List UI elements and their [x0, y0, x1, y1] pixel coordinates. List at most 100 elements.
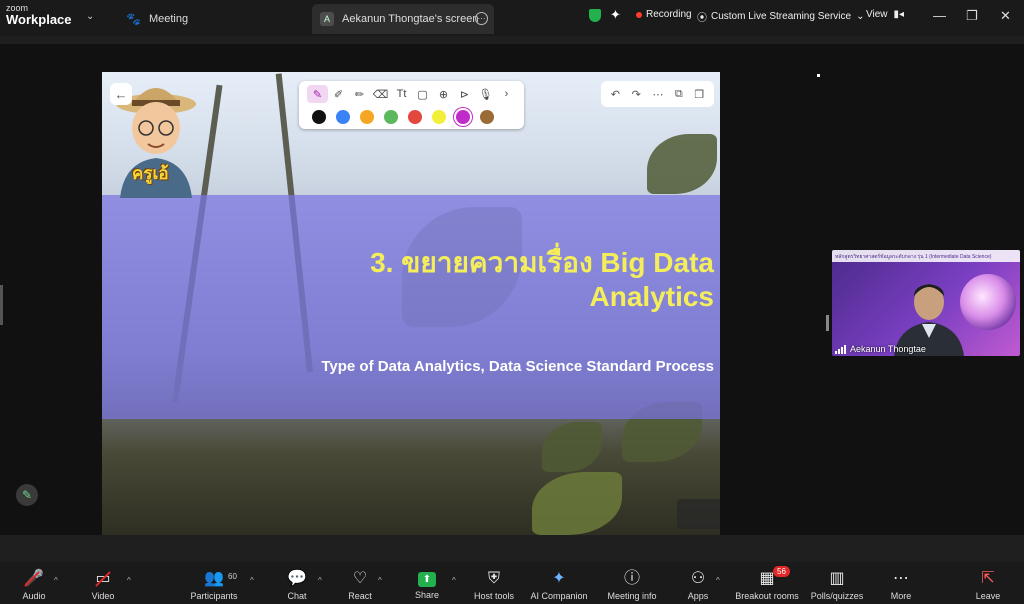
more-label: More — [890, 591, 912, 601]
chat-icon: 💬 — [287, 570, 307, 587]
meeting-info-label: Meeting info — [607, 591, 657, 601]
chat-button[interactable]: 💬 Chat — [262, 570, 332, 601]
more-button[interactable]: ⋯ More — [866, 570, 936, 601]
chevron-down-icon: ⌄ — [856, 11, 865, 22]
more-icon[interactable]: ⋯ — [652, 88, 663, 101]
apps-label: Apps — [687, 591, 709, 601]
shield-icon: ⛨ — [487, 570, 500, 587]
background-orb — [960, 274, 1016, 330]
chevron-up-icon[interactable]: ^ — [54, 576, 58, 585]
microphone-icon[interactable]: 🎙 — [475, 85, 496, 103]
ai-companion-button[interactable]: ✦ AI Companion — [524, 570, 594, 601]
view-button[interactable]: View ▮◂ — [866, 9, 904, 20]
signal-bars-icon — [835, 344, 846, 354]
eraser-icon[interactable]: ⌫ — [370, 85, 391, 103]
copy-icon[interactable]: ❐ — [694, 88, 704, 101]
breakout-rooms-button[interactable]: ▦ 56 Breakout rooms — [732, 566, 802, 601]
shared-screen: 3. ขยายความเรื่อง Big Data Analytics Typ… — [102, 72, 720, 535]
redo-icon[interactable]: ↷ — [632, 88, 641, 101]
react-button[interactable]: ♡ React — [325, 570, 395, 601]
audio-label: Audio — [22, 591, 46, 601]
color-swatch[interactable] — [336, 110, 350, 124]
color-swatch[interactable] — [480, 110, 494, 124]
view-label: View — [866, 9, 888, 20]
apps-button[interactable]: ⚇ Apps — [663, 570, 733, 601]
video-button[interactable]: ▭ Video — [68, 570, 138, 601]
tab-meeting[interactable]: 🐾 Meeting — [118, 4, 196, 34]
tab-shared-screen[interactable]: A Aekanun Thongtae's screen ··· — [312, 4, 494, 34]
color-swatch[interactable] — [312, 110, 326, 124]
chevron-up-icon[interactable]: ^ — [452, 576, 456, 585]
chevron-up-icon[interactable]: ^ — [127, 576, 131, 585]
color-swatch[interactable] — [456, 110, 470, 124]
slide-subtitle: Type of Data Analytics, Data Science Sta… — [321, 358, 714, 375]
chevron-up-icon[interactable]: ^ — [716, 576, 720, 585]
color-swatch[interactable] — [384, 110, 398, 124]
paw-icon: 🐾 — [126, 12, 141, 26]
color-swatch[interactable] — [432, 110, 446, 124]
participant-video-tile[interactable]: หลักสูตรวิทยาศาสตร์ข้อมูลระดับกลาง รุ่น … — [832, 250, 1020, 356]
save-icon[interactable]: ⧉ — [675, 88, 683, 101]
avatar-caption: ครูเอ้ — [132, 164, 169, 183]
heart-icon: ♡ — [352, 570, 368, 587]
video-controls-overlay[interactable] — [677, 499, 720, 529]
chevron-right-icon[interactable]: › — [496, 85, 517, 103]
annotate-pen-icon[interactable]: ✎ — [16, 484, 38, 506]
restore-icon[interactable]: ❐ — [966, 8, 978, 24]
shape-icon[interactable]: ▢ — [412, 85, 433, 103]
chevron-up-icon[interactable]: ^ — [378, 576, 382, 585]
add-icon[interactable]: ⊕ — [433, 85, 454, 103]
color-swatch[interactable] — [408, 110, 422, 124]
user-avatar-icon: A — [320, 12, 334, 26]
stream-icon: ⦿ — [697, 13, 707, 24]
chevron-up-icon[interactable]: ^ — [318, 576, 322, 585]
participants-count: 60 — [228, 572, 237, 581]
polls-button[interactable]: ▥ Polls/quizzes — [802, 570, 872, 601]
host-tools-button[interactable]: ⛨ Host tools — [459, 570, 529, 601]
panel-divider-handle[interactable] — [826, 315, 829, 331]
streaming-label: Custom Live Streaming Service — [711, 11, 852, 22]
participants-button[interactable]: 👥 60 Participants — [179, 570, 249, 601]
text-icon[interactable]: Tt — [391, 85, 412, 103]
slide-title-line2: Analytics — [589, 281, 715, 312]
more-options-icon[interactable]: ··· — [475, 12, 488, 25]
undo-icon[interactable]: ↶ — [611, 88, 620, 101]
pen-icon[interactable]: ✐ — [328, 85, 349, 103]
recording-indicator[interactable]: Recording — [636, 9, 692, 20]
ai-companion-label: AI Companion — [530, 591, 588, 601]
share-button[interactable]: ⬆ Share — [392, 570, 462, 600]
host-tools-label: Host tools — [473, 591, 515, 601]
react-label: React — [348, 591, 372, 601]
highlighter-icon[interactable]: ✎ — [307, 85, 328, 103]
audio-button[interactable]: 🎤 Audio — [0, 570, 69, 601]
back-arrow-icon[interactable]: ← — [110, 83, 132, 105]
participant-name: Aekanun Thongtae — [850, 344, 926, 354]
leave-button[interactable]: ⇱ Leave — [953, 570, 1023, 601]
side-panel-handle[interactable] — [0, 285, 3, 325]
marker-icon[interactable]: ✏ — [349, 85, 370, 103]
close-icon[interactable]: ✕ — [1000, 8, 1011, 24]
breakout-badge: 56 — [773, 566, 790, 577]
security-shield-icon[interactable] — [589, 9, 601, 22]
minimize-icon[interactable]: — — [933, 8, 946, 23]
chevron-down-icon[interactable]: ⌄ — [86, 11, 94, 22]
meeting-info-button[interactable]: ⓘ Meeting info — [597, 570, 667, 601]
participants-icon: 👥 — [204, 570, 224, 587]
view-layout-icon: ▮◂ — [893, 9, 905, 20]
annotation-actions: ↶ ↷ ⋯ ⧉ ❐ — [601, 81, 714, 107]
tab-meeting-label: Meeting — [148, 13, 189, 25]
ai-sparkle-icon[interactable]: ✦ — [610, 7, 621, 23]
color-swatch[interactable] — [360, 110, 374, 124]
zoom-workplace-logo[interactable]: zoom Workplace — [6, 4, 72, 27]
resize-handle[interactable] — [817, 74, 820, 77]
play-icon[interactable]: ⊳ — [454, 85, 475, 103]
apps-icon: ⚇ — [690, 570, 706, 587]
share-label: Share — [414, 590, 440, 600]
breakout-rooms-label: Breakout rooms — [735, 591, 799, 601]
live-streaming-button[interactable]: ⦿ Custom Live Streaming Service ⌄ — [697, 9, 864, 24]
color-swatches — [307, 108, 499, 124]
chevron-up-icon[interactable]: ^ — [250, 576, 254, 585]
info-icon: ⓘ — [623, 570, 640, 587]
share-screen-icon: ⬆ — [418, 572, 436, 587]
sparkle-icon: ✦ — [552, 570, 566, 587]
